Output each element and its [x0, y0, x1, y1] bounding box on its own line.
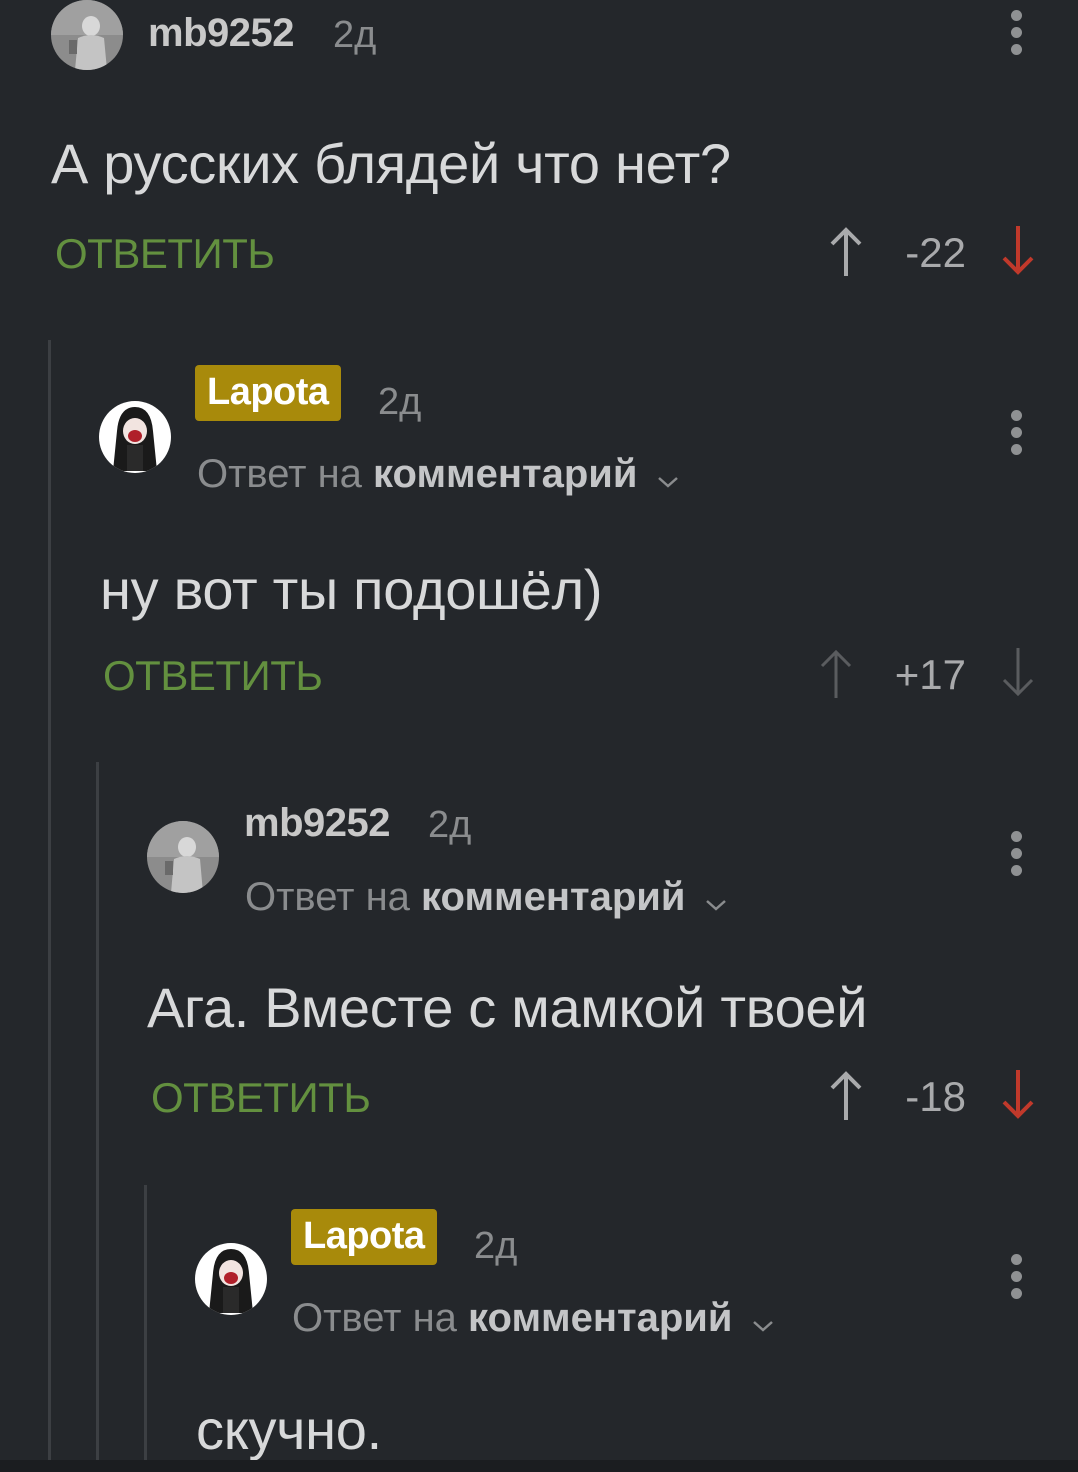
bottom-edge: [0, 1460, 1078, 1472]
reply-to-target[interactable]: комментарий: [373, 452, 637, 496]
comment-time: 2д: [378, 381, 422, 423]
avatar[interactable]: [99, 401, 171, 473]
more-vertical-icon[interactable]: [1006, 408, 1026, 458]
reply-to-prefix: Ответ на: [197, 452, 362, 496]
more-vertical-icon[interactable]: [1006, 8, 1026, 58]
chevron-down-icon[interactable]: [752, 1300, 774, 1340]
arrow-down-icon[interactable]: [1000, 1068, 1036, 1120]
avatar[interactable]: [147, 821, 219, 893]
comment-text: А русских блядей что нет?: [51, 132, 731, 195]
comment-time: 2д: [333, 14, 377, 56]
comment-time: 2д: [474, 1225, 518, 1267]
arrow-up-icon[interactable]: [818, 648, 854, 700]
avatar[interactable]: [51, 0, 123, 70]
user-photo-icon: [147, 821, 219, 893]
thread-line-level-2: [96, 762, 99, 1460]
username[interactable]: mb9252: [244, 803, 390, 843]
rating-value: -22: [905, 229, 966, 276]
user-photo-icon: [51, 0, 123, 70]
comment-time: 2д: [428, 804, 472, 846]
reply-to-prefix: Ответ на: [245, 875, 410, 919]
username-badge[interactable]: Lapota: [195, 365, 341, 421]
chevron-down-icon[interactable]: [657, 456, 679, 496]
username[interactable]: mb9252: [148, 13, 294, 53]
comment-text: Ага. Вместе с мамкой твоей: [147, 976, 868, 1039]
arrow-down-icon[interactable]: [1000, 646, 1036, 698]
reply-to-target[interactable]: комментарий: [421, 875, 685, 919]
reply-to-link[interactable]: Ответ на комментарий: [197, 454, 679, 496]
reply-to-target[interactable]: комментарий: [468, 1296, 732, 1340]
arrow-up-icon[interactable]: [828, 226, 864, 278]
thread-line-level-3: [144, 1185, 147, 1460]
chevron-down-icon[interactable]: [705, 879, 727, 919]
comment-text: ну вот ты подошёл): [100, 558, 603, 621]
reply-button[interactable]: ОТВЕТИТЬ: [151, 1077, 371, 1119]
comments-page: mb9252 2д А русских блядей что нет? ОТВЕ…: [0, 0, 1078, 1472]
rating-value: -18: [905, 1073, 966, 1120]
arrow-down-icon[interactable]: [1000, 224, 1036, 276]
comment-text: скучно.: [196, 1398, 382, 1461]
reply-to-prefix: Ответ на: [292, 1296, 457, 1340]
more-vertical-icon[interactable]: [1006, 1252, 1026, 1302]
reply-button[interactable]: ОТВЕТИТЬ: [103, 655, 323, 697]
reply-to-link[interactable]: Ответ на комментарий: [245, 877, 727, 919]
reply-button[interactable]: ОТВЕТИТЬ: [55, 233, 275, 275]
more-vertical-icon[interactable]: [1006, 829, 1026, 879]
thread-line-level-1: [48, 340, 51, 1460]
anime-avatar-icon: [195, 1243, 267, 1315]
arrow-up-icon[interactable]: [828, 1070, 864, 1122]
reply-to-link[interactable]: Ответ на комментарий: [292, 1298, 774, 1340]
avatar[interactable]: [195, 1243, 267, 1315]
anime-avatar-icon: [99, 401, 171, 473]
username-badge[interactable]: Lapota: [291, 1209, 437, 1265]
rating-value: +17: [894, 651, 966, 698]
